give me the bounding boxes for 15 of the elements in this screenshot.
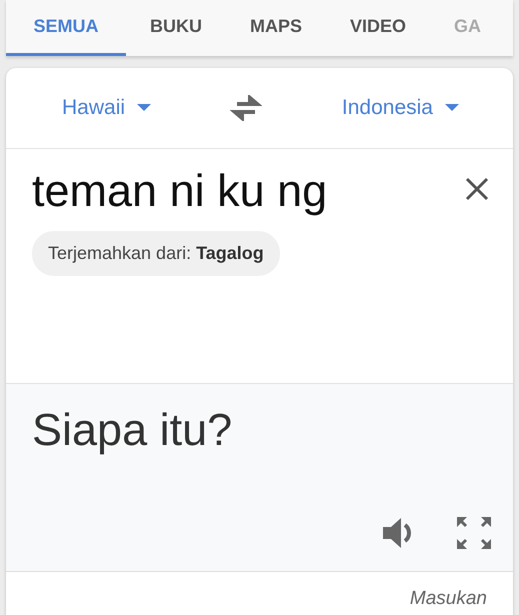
detected-language-chip[interactable]: Terjemahkan dari: Tagalog [32,231,280,276]
tab[interactable]: VIDEO [326,0,430,56]
swap-icon[interactable] [229,95,264,121]
source-language-dropdown[interactable]: Hawaii [56,95,158,121]
tab[interactable]: BUKU [126,0,226,56]
caret-icon [137,104,152,112]
tab[interactable]: SEMUA [6,0,126,56]
translation-text: Siapa itu? [32,404,234,456]
close-icon[interactable] [465,177,489,201]
tab[interactable]: MAPS [226,0,326,56]
source-text[interactable]: teman ni ku ng [32,165,328,217]
fullscreen-icon[interactable] [457,517,491,549]
target-language-dropdown[interactable]: Indonesia [336,95,465,121]
caret-icon [444,104,459,112]
feedback-link[interactable]: Masukan [410,588,487,610]
